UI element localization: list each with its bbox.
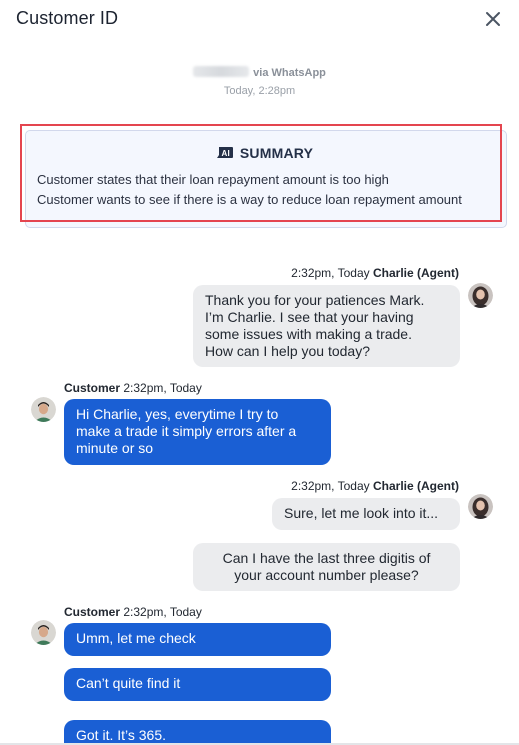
agent-message-bubble: Thank you for your patiences Mark. I’m C… bbox=[193, 285, 460, 367]
agent-avatar bbox=[468, 283, 493, 308]
message-line: How can I help you today? bbox=[205, 343, 370, 359]
customer-message-bubble: Umm, let me check bbox=[64, 623, 331, 656]
message-line: I’m Charlie. I see that your having bbox=[205, 309, 414, 325]
message-meta: 2:32pm, Today Charlie (Agent) bbox=[270, 266, 459, 280]
customer-avatar bbox=[31, 620, 56, 645]
message-line: make a trade it simply errors after a bbox=[76, 423, 297, 439]
agent-message-bubble: Can I have the last three digitis of you… bbox=[193, 543, 460, 591]
conversation-source: via WhatsApp bbox=[0, 66, 519, 79]
svg-text:AI: AI bbox=[221, 149, 229, 158]
customer-message-bubble: Hi Charlie, yes, everytime I try to make… bbox=[64, 399, 331, 465]
message-line: Thank you for your patiences Mark. bbox=[205, 292, 425, 308]
message-line: Got it. It’s 365. bbox=[76, 727, 167, 743]
message-line: some issues with making a trade. bbox=[205, 326, 412, 342]
message-meta: Customer 2:32pm, Today bbox=[64, 605, 202, 619]
message-meta: 2:32pm, Today Charlie (Agent) bbox=[270, 479, 459, 493]
message-line: your account number please? bbox=[234, 567, 419, 583]
agent-avatar bbox=[468, 494, 493, 519]
conversation-panel: Customer ID via WhatsApp Today, 2:28pm A… bbox=[0, 0, 519, 745]
customer-message-bubble: Got it. It’s 365. bbox=[64, 720, 331, 745]
message-meta: Customer 2:32pm, Today bbox=[64, 381, 202, 395]
message-author: Customer bbox=[64, 381, 121, 395]
summary-line: Customer wants to see if there is a way … bbox=[37, 192, 462, 207]
summary-line: Customer states that their loan repaymen… bbox=[37, 172, 389, 187]
panel-header: Customer ID bbox=[0, 0, 519, 40]
customer-message-bubble: Can’t quite find it bbox=[64, 668, 331, 701]
agent-message-bubble: Sure, let me look into it... bbox=[272, 498, 460, 530]
message-line: Can’t quite find it bbox=[76, 675, 181, 691]
redacted-customer-name bbox=[193, 66, 250, 77]
message-author: Charlie (Agent) bbox=[372, 479, 459, 493]
conversation-timestamp: Today, 2:28pm bbox=[223, 85, 296, 97]
message-line: minute or so bbox=[76, 440, 154, 456]
customer-avatar bbox=[31, 397, 56, 422]
message-author: Charlie (Agent) bbox=[372, 266, 459, 280]
source-channel: via WhatsApp bbox=[253, 67, 326, 79]
message-line: Can I have the last three digitis of bbox=[222, 550, 431, 566]
ai-badge-icon: AI bbox=[216, 147, 233, 158]
message-line: Umm, let me check bbox=[76, 630, 196, 646]
summary-heading: AI SUMMARY bbox=[0, 145, 519, 161]
message-time: 2:32pm, Today bbox=[291, 479, 370, 493]
message-line: Hi Charlie, yes, everytime I try to bbox=[76, 406, 279, 422]
summary-heading-label: SUMMARY bbox=[239, 145, 314, 161]
message-line: Sure, let me look into it... bbox=[284, 505, 439, 521]
message-time: 2:32pm, Today bbox=[291, 266, 370, 280]
panel-title: Customer ID bbox=[16, 8, 119, 28]
message-time: 2:32pm, Today bbox=[123, 605, 202, 619]
message-author: Customer bbox=[64, 605, 121, 619]
message-time: 2:32pm, Today bbox=[123, 381, 202, 395]
close-icon[interactable] bbox=[482, 8, 504, 30]
